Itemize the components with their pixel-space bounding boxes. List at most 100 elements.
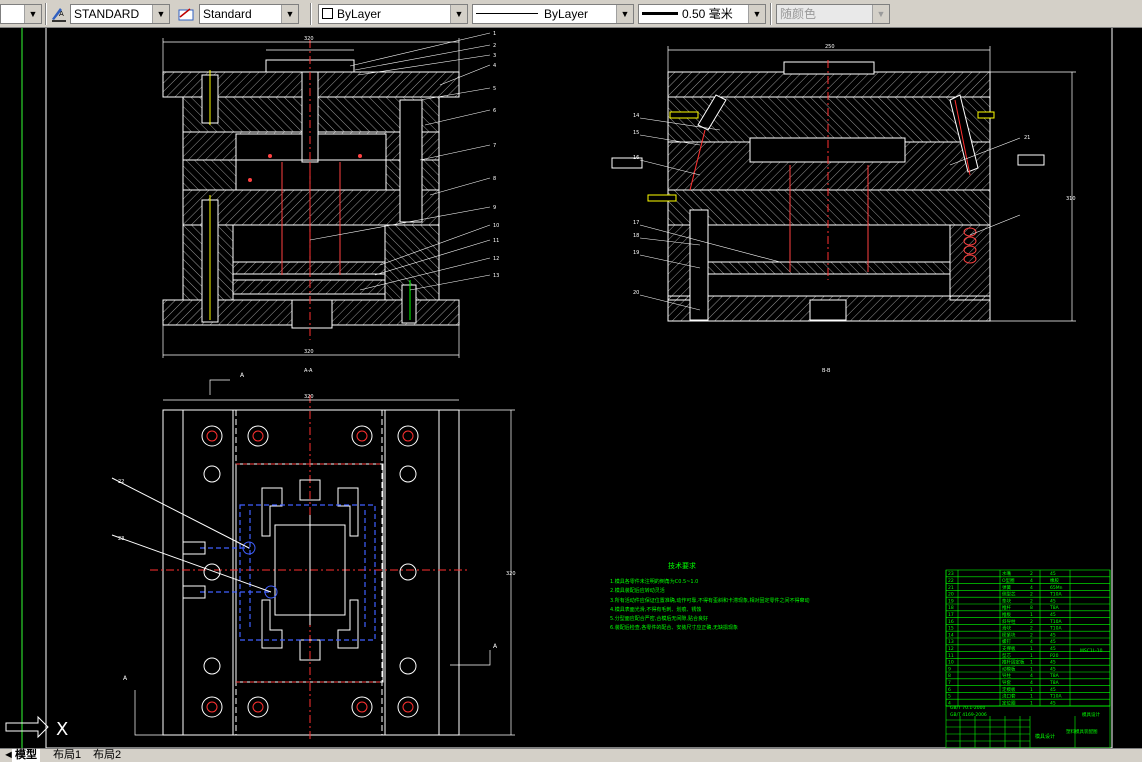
parts-cell: T10A: [1049, 694, 1062, 700]
title-drawing-name: 塑料模具装配图: [1066, 728, 1098, 735]
cad-drawing: 1 2 3 4 5 6 7 8 9 10 11 12 13 320 320 A-…: [21, 28, 1113, 749]
parts-cell: 16: [948, 619, 954, 625]
chevron-down-icon: ▼: [872, 5, 889, 23]
ucs-x-label: X: [56, 719, 68, 740]
tab-layout1[interactable]: 布局1: [50, 749, 84, 762]
parts-cell: 推杆: [1002, 604, 1011, 611]
parts-cell: 45: [1050, 571, 1056, 577]
text-style-select[interactable]: STANDARD ▼: [70, 4, 170, 24]
plan-view: [111, 395, 470, 740]
parts-cell: 2: [1030, 598, 1033, 604]
linetype-select[interactable]: ByLayer ▼: [472, 4, 634, 24]
tab-model[interactable]: 模型: [12, 749, 40, 762]
lineweight-select[interactable]: 0.50 毫米 ▼: [638, 4, 766, 24]
dim-text-a-top: 320: [304, 36, 314, 42]
parts-cell: 8: [1030, 605, 1033, 611]
parts-cell: 2: [1030, 571, 1033, 577]
parts-cell: 4: [1030, 639, 1033, 645]
layer-value: ByLayer: [337, 7, 382, 21]
chevron-down-icon: ▼: [281, 5, 298, 23]
parts-cell: 19: [948, 598, 954, 604]
section-mark-right: A: [493, 643, 498, 650]
section-mark-left: A: [123, 675, 128, 682]
parts-cell: T10A: [1049, 626, 1062, 632]
linetype-preview: [476, 13, 538, 14]
layout-tabs: ◄► 模型 布局1 布局2: [0, 748, 1142, 762]
svg-text:4: 4: [493, 63, 496, 69]
parts-cell: 18: [948, 605, 954, 611]
parts-list: 23 水嘴 2 4522 O型圈 4 橡胶21 弹簧 4 65Mn20 侧型芯 2 T10A19 垫块 2 4…: [945, 569, 1111, 749]
layer-select[interactable]: ByLayer ▼: [318, 4, 468, 24]
dim-text-b-top: 250: [825, 44, 835, 50]
parts-cell: 螺钉: [1002, 638, 1011, 645]
parts-cell: 4: [1030, 585, 1033, 591]
chevron-down-icon: ▼: [450, 5, 467, 23]
parts-cell: 1: [1030, 653, 1033, 659]
chevron-down-icon: ▼: [152, 5, 169, 23]
parts-cell: 45: [1050, 598, 1056, 604]
parts-cell: 6: [948, 687, 951, 693]
svg-text:1: 1: [493, 31, 496, 37]
parts-cell: 45: [1050, 639, 1056, 645]
title-company: 模具设计: [1035, 733, 1055, 740]
section-mark-top: A: [240, 372, 245, 379]
parts-cell: 浇口套: [1002, 693, 1016, 700]
section-view-bb: [611, 60, 1045, 322]
dim-style-select[interactable]: Standard ▼: [199, 4, 299, 24]
parts-cell: T8A: [1049, 605, 1060, 611]
parts-cell: 楔紧块: [1002, 631, 1016, 638]
svg-text:3: 3: [493, 53, 496, 59]
tech-line: 1.模具各零件未注明的倒角为C0.5~1.0: [610, 578, 698, 585]
parts-cell: 2: [1030, 619, 1033, 625]
title-spec: MSC1L-10: [1080, 648, 1103, 654]
chevron-down-icon: ▼: [24, 5, 41, 23]
parts-cell: T8A: [1049, 680, 1060, 686]
plot-style-select[interactable]: 随颜色 ▼: [776, 4, 890, 24]
parts-cell: 45: [1050, 646, 1056, 652]
svg-text:12: 12: [493, 256, 499, 262]
svg-text:5: 5: [493, 86, 496, 92]
svg-text:10: 10: [493, 223, 499, 229]
svg-text:18: 18: [633, 233, 639, 239]
parts-cell: 45: [1050, 632, 1056, 638]
parts-cell: 滑块: [1002, 625, 1011, 632]
parts-cell: 11: [948, 653, 954, 659]
parts-cell: 定位圈: [1002, 699, 1016, 706]
leader-number-23: 23: [118, 536, 124, 542]
svg-text:2: 2: [493, 43, 496, 49]
previous-combo[interactable]: ▼: [0, 4, 42, 24]
title-mark: 模具设计: [1082, 711, 1100, 718]
parts-cell: 水嘴: [1002, 570, 1011, 577]
svg-text:16: 16: [633, 155, 639, 161]
toolbar-separator: [770, 3, 772, 25]
svg-text:9: 9: [493, 205, 496, 211]
parts-cell: 4: [1030, 680, 1033, 686]
parts-cell: 斜导柱: [1002, 618, 1016, 625]
svg-text:19: 19: [633, 250, 639, 256]
toolbar-separator: [310, 3, 312, 25]
parts-cell: 支撑板: [1002, 645, 1016, 652]
parts-cell: 1: [1030, 612, 1033, 618]
tech-title: 技术要求: [668, 561, 696, 570]
parts-cell: 13: [948, 639, 954, 645]
parts-cell: 导套: [1002, 679, 1011, 686]
parts-cell: 45: [1050, 700, 1056, 706]
text-style-icon[interactable]: A: [49, 4, 69, 24]
drawing-canvas[interactable]: 1 2 3 4 5 6 7 8 9 10 11 12 13 320 320 A-…: [0, 28, 1142, 749]
parts-cell: 橡胶: [1050, 577, 1059, 584]
parts-cell: 推板: [1002, 611, 1011, 618]
dimension-style-icon[interactable]: [176, 4, 196, 24]
tech-line: 2.模具装配后应转动灵活: [610, 587, 665, 594]
parts-cell: 2: [1030, 626, 1033, 632]
svg-text:11: 11: [493, 238, 499, 244]
title-note-1: GB/T 70.1-2000: [950, 705, 986, 711]
tech-line: 3.所有活动件应保证位置准确,动作可靠,不得有歪斜和卡滞现象,相对固定零件之间不…: [610, 597, 810, 604]
dim-text-b-side: 310: [1066, 196, 1076, 202]
parts-cell: O型圈: [1002, 577, 1015, 584]
tab-layout2[interactable]: 布局2: [90, 749, 124, 762]
parts-cell: 8: [948, 673, 951, 679]
parts-cell: 定模板: [1002, 686, 1016, 693]
leader-numbers-aa: 1 2 3 4 5 6 7 8 9 10 11 12 13: [493, 31, 499, 279]
ucs-icon: X: [5, 715, 68, 740]
parts-cell: T10A: [1049, 619, 1062, 625]
